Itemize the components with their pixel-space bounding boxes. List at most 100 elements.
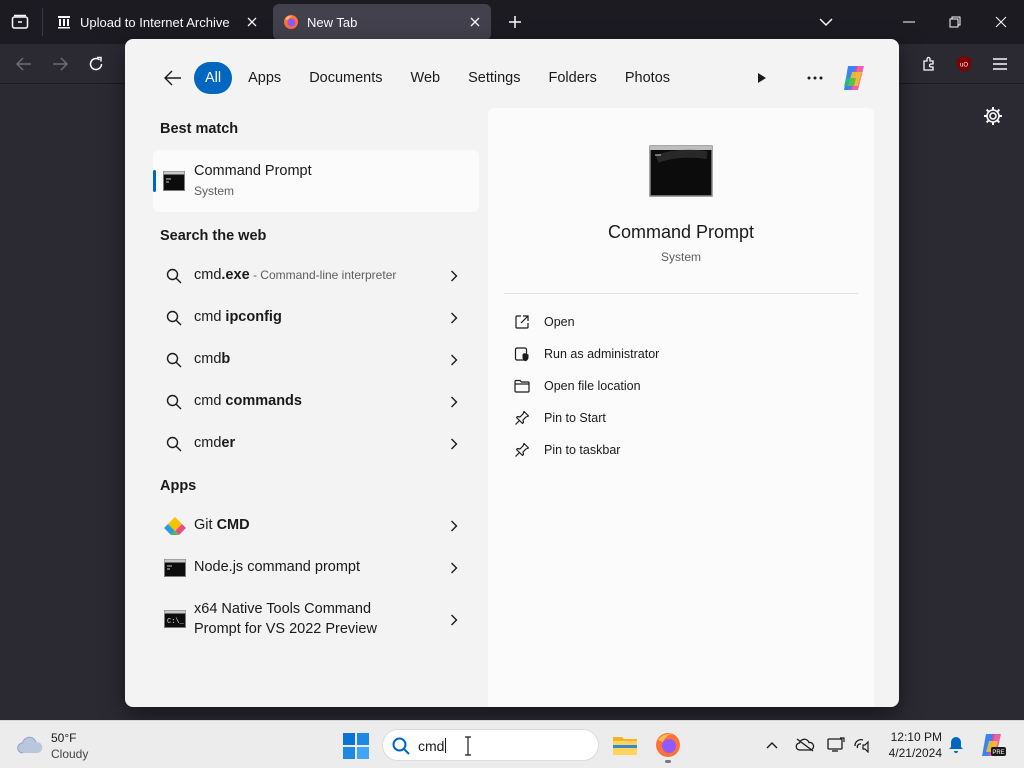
- web-result-label: cmder: [194, 435, 236, 451]
- tab-list-icon[interactable]: [8, 11, 32, 33]
- filter-documents[interactable]: Documents: [297, 62, 394, 94]
- filter-folders[interactable]: Folders: [537, 62, 609, 94]
- copilot-icon[interactable]: [838, 62, 870, 94]
- action-pin-to-start[interactable]: Pin to Start: [504, 404, 804, 432]
- folder-icon: [514, 378, 530, 394]
- play-more-filters-icon[interactable]: [751, 67, 773, 89]
- tab-label: Upload to Internet Archive: [80, 14, 230, 30]
- result-detail-pane: Command Prompt System Open Run as admini…: [488, 108, 874, 707]
- gear-icon[interactable]: [982, 105, 1004, 127]
- ublock-origin-icon[interactable]: uO: [952, 52, 976, 76]
- action-label: Open: [544, 315, 575, 329]
- clock-date: 4/21/2024: [888, 746, 942, 760]
- search-icon: [165, 435, 183, 453]
- reload-icon[interactable]: [84, 52, 108, 76]
- cloud-icon: [16, 735, 44, 755]
- list-all-tabs-chevron-icon[interactable]: [814, 10, 838, 34]
- close-window-icon[interactable]: [989, 10, 1013, 34]
- action-open[interactable]: Open: [504, 308, 804, 336]
- app-result-label: x64 Native Tools Command Prompt for VS 2…: [194, 601, 377, 637]
- best-match-heading: Best match: [160, 121, 239, 137]
- new-tab-plus-icon[interactable]: [503, 10, 527, 34]
- show-hidden-icons-chevron-icon[interactable]: [762, 736, 782, 754]
- windows-search-panel: All Apps Documents Web Settings Folders …: [125, 39, 899, 707]
- action-open-file-location[interactable]: Open file location: [504, 372, 804, 400]
- filter-settings[interactable]: Settings: [456, 62, 532, 94]
- system-clock[interactable]: 12:10 PM 4/21/2024: [880, 729, 942, 761]
- best-match-command-prompt[interactable]: Command Prompt System: [153, 150, 479, 212]
- forward-arrow-icon[interactable]: [48, 52, 72, 76]
- web-result-cmdb[interactable]: cmdb: [153, 340, 479, 380]
- onedrive-offline-icon[interactable]: [795, 736, 815, 754]
- chevron-right-icon: [449, 311, 459, 325]
- filter-photos[interactable]: Photos: [613, 62, 682, 94]
- firefox-icon: [283, 14, 299, 30]
- close-tab-icon[interactable]: [467, 14, 483, 30]
- weather-widget[interactable]: 50°F Cloudy: [16, 729, 126, 763]
- detail-title: Command Prompt: [607, 222, 755, 242]
- web-result-cmd-exe[interactable]: cmd.exe - Command-line interpreter: [153, 256, 479, 296]
- browser-tab-bar: Upload to Internet Archive New Tab: [0, 0, 1024, 44]
- action-label: Pin to Start: [544, 411, 606, 425]
- shield-icon: [514, 346, 530, 362]
- filter-apps[interactable]: Apps: [236, 62, 293, 94]
- chevron-right-icon: [449, 269, 459, 283]
- tab-label: New Tab: [307, 14, 358, 30]
- tab-new-tab[interactable]: New Tab: [273, 4, 491, 40]
- windows-start-icon[interactable]: [343, 733, 369, 759]
- git-icon: [164, 517, 186, 535]
- restore-icon[interactable]: [943, 10, 967, 34]
- selection-accent: [153, 170, 156, 192]
- console-icon: [164, 559, 186, 577]
- app-result-git-cmd[interactable]: Git CMD: [153, 506, 479, 546]
- command-prompt-icon: [163, 171, 185, 191]
- chevron-right-icon: [449, 353, 459, 367]
- search-the-web-heading: Search the web: [160, 228, 267, 244]
- search-icon: [165, 267, 183, 285]
- display-icon[interactable]: [826, 736, 846, 754]
- back-arrow-icon[interactable]: [159, 66, 187, 90]
- web-result-label: cmd commands: [194, 393, 302, 409]
- search-icon: [165, 393, 183, 411]
- web-result-cmd-commands[interactable]: cmd commands: [153, 382, 479, 422]
- taskbar-search-input[interactable]: cmd: [382, 729, 599, 761]
- search-input-value: cmd: [418, 738, 447, 754]
- weather-condition: Cloudy: [51, 747, 89, 761]
- notification-bell-icon[interactable]: [946, 736, 966, 754]
- firefox-icon[interactable]: [654, 731, 682, 759]
- network-volume-icon[interactable]: [852, 736, 872, 754]
- app-result-x64-native-tools[interactable]: C:\_ x64 Native Tools Command Prompt for…: [153, 592, 479, 648]
- back-arrow-icon[interactable]: [12, 52, 36, 76]
- svg-text:uO: uO: [960, 63, 968, 69]
- app-result-nodejs-command-prompt[interactable]: Node.js command prompt: [153, 548, 479, 588]
- svg-text:C:\_: C:\_: [167, 618, 185, 626]
- action-label: Run as administrator: [544, 347, 660, 361]
- chevron-right-icon: [449, 613, 459, 627]
- chevron-right-icon: [449, 395, 459, 409]
- action-pin-to-taskbar[interactable]: Pin to taskbar: [504, 436, 804, 464]
- web-result-label: cmd ipconfig: [194, 309, 282, 325]
- more-options-icon[interactable]: [803, 67, 827, 89]
- search-icon: [165, 309, 183, 327]
- minimize-icon[interactable]: [897, 10, 921, 34]
- app-result-label: Node.js command prompt: [194, 559, 361, 575]
- action-run-as-administrator[interactable]: Run as administrator: [504, 340, 804, 368]
- web-result-cmd-ipconfig[interactable]: cmd ipconfig: [153, 298, 479, 338]
- hamburger-menu-icon[interactable]: [988, 52, 1012, 76]
- open-external-icon: [514, 314, 530, 330]
- filter-all[interactable]: All: [194, 62, 233, 94]
- close-tab-icon[interactable]: [244, 14, 260, 30]
- tab-internet-archive[interactable]: Upload to Internet Archive: [46, 4, 268, 40]
- running-app-indicator: [665, 760, 671, 763]
- best-match-title: Command Prompt: [194, 163, 312, 179]
- extensions-icon[interactable]: [917, 52, 941, 76]
- detail-subtitle: System: [660, 250, 701, 264]
- web-result-label: cmdb: [194, 351, 231, 367]
- file-explorer-icon[interactable]: [611, 731, 639, 759]
- web-result-cmder[interactable]: cmder: [153, 424, 479, 464]
- copilot-preview-icon[interactable]: PRE: [978, 732, 1006, 758]
- text-cursor-icon: [463, 736, 473, 756]
- filter-web[interactable]: Web: [399, 62, 453, 94]
- clock-time: 12:10 PM: [890, 730, 942, 744]
- chevron-right-icon: [449, 437, 459, 451]
